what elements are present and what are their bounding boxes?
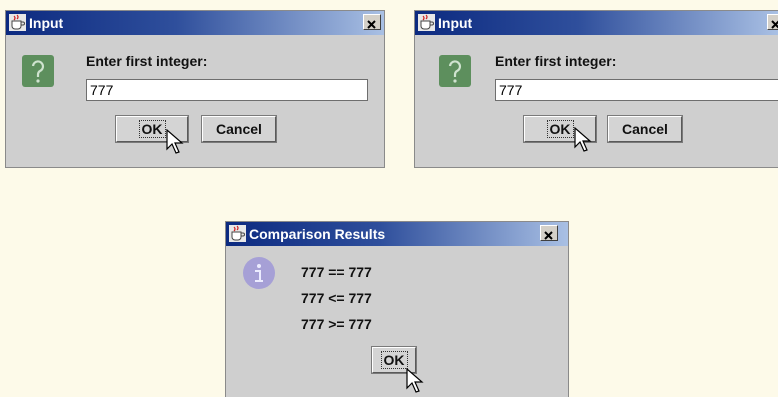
cancel-label: Cancel xyxy=(216,121,262,137)
ok-label: OK xyxy=(546,120,574,138)
cancel-label: Cancel xyxy=(622,121,668,137)
ok-label: OK xyxy=(380,351,408,369)
information-icon xyxy=(243,257,275,289)
close-icon xyxy=(367,20,376,29)
close-button[interactable] xyxy=(540,225,558,241)
mouse-pointer-icon xyxy=(166,129,184,154)
question-icon xyxy=(439,55,471,87)
close-icon xyxy=(771,20,778,29)
window-title: Input xyxy=(438,15,473,31)
result-line: 777 <= 777 xyxy=(301,290,372,306)
cancel-button[interactable]: Cancel xyxy=(607,115,683,143)
result-line: 777 >= 777 xyxy=(301,316,372,332)
java-cup-icon xyxy=(9,14,26,31)
question-icon xyxy=(22,55,54,87)
mouse-pointer-icon xyxy=(406,368,424,393)
titlebar[interactable]: Input xyxy=(415,11,778,35)
prompt-label: Enter first integer: xyxy=(86,53,208,69)
close-button[interactable] xyxy=(767,14,778,30)
close-button[interactable] xyxy=(363,14,381,30)
input-dialog-1: Input Enter first integer: 777 OK Cancel xyxy=(5,10,385,168)
input-dialog-2: Input Enter first integer: 777 OK Cancel xyxy=(414,10,778,168)
cancel-button[interactable]: Cancel xyxy=(201,115,277,143)
prompt-label: Enter first integer: xyxy=(495,53,617,69)
ok-label: OK xyxy=(138,120,166,138)
titlebar[interactable]: Comparison Results xyxy=(226,222,568,246)
window-title: Comparison Results xyxy=(249,226,386,242)
integer-input[interactable]: 777 xyxy=(86,79,368,101)
integer-input[interactable]: 777 xyxy=(495,79,778,101)
window-title: Input xyxy=(29,15,64,31)
comparison-results-dialog: Comparison Results 777 == 777 777 <= 777… xyxy=(225,221,569,397)
java-cup-icon xyxy=(229,225,246,242)
mouse-pointer-icon xyxy=(574,127,592,152)
result-line: 777 == 777 xyxy=(301,264,372,280)
titlebar[interactable]: Input xyxy=(6,11,384,35)
java-cup-icon xyxy=(418,14,435,31)
close-icon xyxy=(544,231,553,240)
